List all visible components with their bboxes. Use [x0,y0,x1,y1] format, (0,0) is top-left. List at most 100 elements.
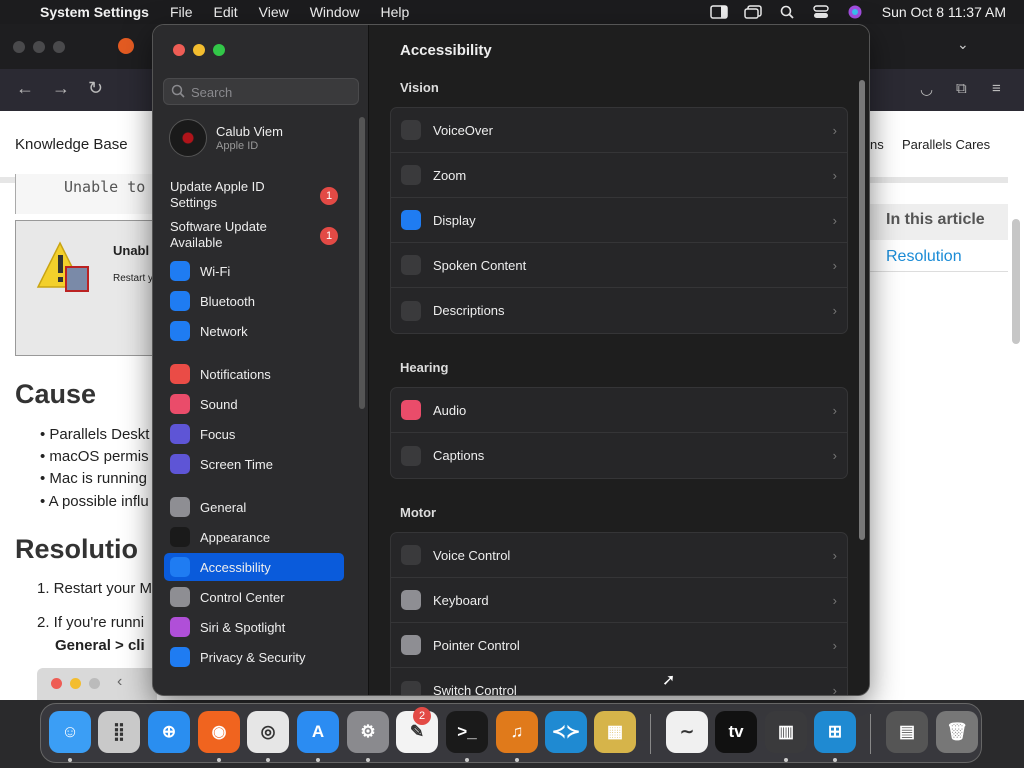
app-store-icon[interactable]: A [297,711,339,753]
windows-icon[interactable]: ⊞ [814,711,856,753]
close-button[interactable] [173,44,185,56]
notice-update-apple-id[interactable]: Update Apple ID Settings 1 [170,179,360,211]
downloads-icon[interactable]: ▤ [886,711,928,753]
sidebar-item-label: Focus [200,426,236,442]
row-descriptions[interactable]: Descriptions › [391,288,847,333]
zoom-icon [401,165,421,185]
content-scrollbar[interactable] [859,80,865,540]
chrome-icon[interactable]: ◎ [247,711,289,753]
parallels-icon[interactable]: ▥ [765,711,807,753]
browser-close-dot[interactable] [13,41,25,53]
reload-icon[interactable]: ↻ [88,78,103,99]
firefox-tab-icon[interactable] [118,38,134,54]
sidebar-item-notifications[interactable]: Notifications [164,360,344,388]
app-menu[interactable]: System Settings [40,4,149,20]
voice-control-icon [401,545,421,565]
sidebar-item-control-center[interactable]: Control Center [164,583,344,611]
zoom-button[interactable] [213,44,225,56]
sidebar-item-wi-fi[interactable]: Wi-Fi [164,257,344,285]
cause-bullet: • A possible influ [40,493,149,510]
audio-icon [401,400,421,420]
sidebar-item-appearance[interactable]: Appearance [164,523,344,551]
switch-control-icon [401,680,421,695]
vscode-icon[interactable]: ≺≻ [545,711,587,753]
row-voice-control[interactable]: Voice Control › [391,533,847,578]
freeform-icon[interactable]: ∼ [666,711,708,753]
menu-help[interactable]: Help [381,4,410,20]
system-settings-icon[interactable]: ⚙ [347,711,389,753]
accessibility-icon [170,557,190,577]
sidebar-item-privacy-security[interactable]: Privacy & Security [164,643,344,671]
row-label: Zoom [433,167,467,183]
sidebar-item-general[interactable]: General [164,493,344,521]
row-spoken-content[interactable]: Spoken Content › [391,243,847,288]
garageband-icon[interactable]: ♫ [496,711,538,753]
spotlight-icon[interactable] [778,5,796,19]
terminal-icon[interactable]: >_ [446,711,488,753]
safari-icon[interactable]: ⊕ [148,711,190,753]
wifi-icon [170,261,190,281]
toc-link-resolution[interactable]: Resolution [870,242,1008,272]
search-input[interactable]: Search [163,78,359,105]
chevron-right-icon: › [832,402,837,418]
site-title[interactable]: Knowledge Base [15,136,128,153]
nav-link-partial[interactable]: ns [870,137,884,152]
trash-icon[interactable]: 🗑 [936,711,978,753]
row-zoom[interactable]: Zoom › [391,153,847,198]
chevron-right-icon: › [832,167,837,183]
browser-zoom-dot[interactable] [53,41,65,53]
resolution-step: 2. If you're runni [37,614,145,631]
control-center-icon[interactable] [812,5,830,19]
row-audio[interactable]: Audio › [391,388,847,433]
menu-icon[interactable]: ≡ [992,80,1001,97]
menu-clock[interactable]: Sun Oct 8 11:37 AM [882,4,1006,20]
running-indicator [515,758,519,762]
sidebar-item-screen-time[interactable]: Screen Time [164,450,344,478]
sidebar-item-siri-spotlight[interactable]: Siri & Spotlight [164,613,344,641]
launchpad-icon[interactable]: ⣿ [98,711,140,753]
chevron-right-icon: › [832,257,837,273]
row-captions[interactable]: Captions › [391,433,847,478]
user-name: Calub Viem [216,124,283,139]
apple-id-account[interactable]: Calub Viem Apple ID [169,117,359,157]
browser-minimize-dot[interactable] [33,41,45,53]
sidebar-item-focus[interactable]: Focus [164,420,344,448]
siri-icon[interactable] [846,5,864,19]
menu-file[interactable]: File [170,4,193,20]
sidebar-item-label: Accessibility [200,559,271,575]
tab-list-chevron-icon[interactable]: ⌄ [957,36,969,53]
row-voiceover[interactable]: VoiceOver › [391,108,847,153]
archive-utility-icon[interactable]: ▦ [594,711,636,753]
menu-view[interactable]: View [259,4,289,20]
sidebar-item-accessibility[interactable]: Accessibility [164,553,344,581]
sidebar-item-network[interactable]: Network [164,317,344,345]
page-title: Accessibility [400,42,492,59]
nav-link-parallels-cares[interactable]: Parallels Cares [902,137,990,152]
finder-icon[interactable]: ☺ [49,711,91,753]
firefox-icon[interactable]: ◉ [198,711,240,753]
sidebar-scrollbar[interactable] [359,117,365,409]
pocket-icon[interactable]: ◡ [920,80,933,98]
back-icon[interactable]: ← [16,78,34,99]
row-pointer-control[interactable]: Pointer Control › [391,623,847,668]
warning-box: Unabl Restart y [15,220,165,356]
menu-edit[interactable]: Edit [214,4,238,20]
window-status-icon[interactable] [743,5,762,19]
toc-heading: In this article [870,204,1008,240]
sidebar-item-sound[interactable]: Sound [164,390,344,418]
sidebar-item-bluetooth[interactable]: Bluetooth [164,287,344,315]
forward-icon[interactable]: → [52,78,70,99]
extensions-icon[interactable]: ⧉ [956,80,967,97]
apple-tv-icon[interactable]: tv [715,711,757,753]
menu-window[interactable]: Window [310,4,360,20]
row-display[interactable]: Display › [391,198,847,243]
settings-sidebar: Search Calub Viem Apple ID Update Apple … [153,25,369,695]
row-keyboard[interactable]: Keyboard › [391,578,847,623]
browser-scrollbar[interactable] [1012,219,1020,344]
row-switch-control[interactable]: Switch Control › [391,668,847,695]
sidebar-status-icon[interactable] [709,5,728,19]
minimize-button[interactable] [193,44,205,56]
section-vision: Vision [400,80,439,95]
notice-software-update[interactable]: Software Update Available 1 [170,219,360,251]
dock: ☺ ⣿ ⊕ ◉ ◎ A ⚙ ✎ >_ ♫ ≺≻ ▦ ∼ tv ▥ ⊞ ▤ 🗑 2 [40,703,982,763]
